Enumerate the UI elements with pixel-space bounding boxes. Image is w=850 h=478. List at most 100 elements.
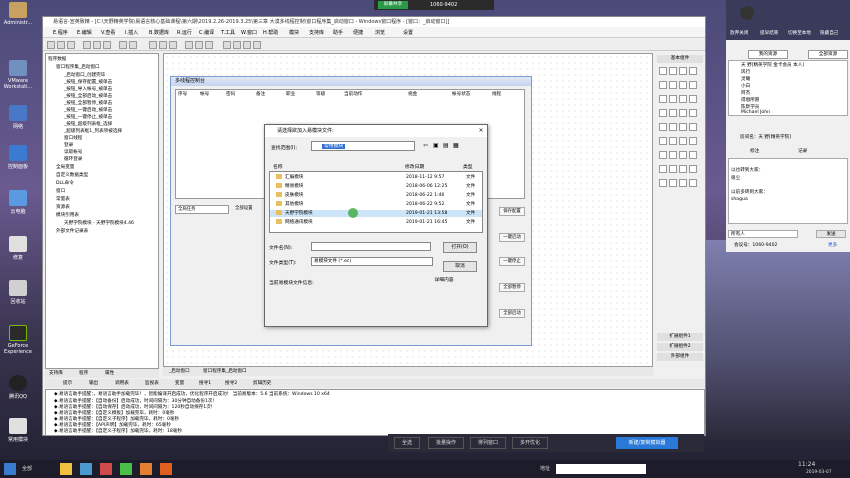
menu-compile[interactable]: C.编译: [199, 29, 214, 36]
copy-icon[interactable]: [93, 41, 101, 49]
calendar-icon[interactable]: [689, 123, 697, 131]
open-icon[interactable]: [57, 41, 65, 49]
filename-input[interactable]: [311, 242, 431, 251]
timer-icon[interactable]: [669, 109, 677, 117]
cancel-button[interactable]: 取消: [443, 261, 477, 272]
switch-local-button[interactable]: 切换至本地: [788, 30, 811, 36]
multi-open-optimize-button[interactable]: 多开优化: [512, 437, 548, 449]
tree-item[interactable]: 模块引用表: [56, 212, 79, 218]
tree-item[interactable]: 天野学院模块 - 天野学院模块4.46: [64, 220, 134, 226]
file-row[interactable]: 皮肤模块 2018-06-22 1:46 文件: [270, 192, 482, 199]
tree-item[interactable]: 资源表: [56, 204, 70, 210]
menu-shortcut[interactable]: 便捷: [353, 29, 363, 36]
stop-all-once-button[interactable]: 一键停止: [499, 257, 525, 266]
desktop-icon-admin[interactable]: Administr...: [0, 2, 36, 26]
file-row-selected[interactable]: 天野学院模块 2019-01-21 13:58 文件: [270, 210, 482, 217]
tab-hint[interactable]: 提示: [63, 380, 72, 386]
detail-button[interactable]: 详细内容: [425, 276, 463, 287]
external-components[interactable]: 外部组件: [657, 353, 703, 361]
start-all-button[interactable]: 全部启动: [499, 309, 525, 318]
menu-database[interactable]: B.数据库: [149, 29, 169, 36]
tree-item[interactable]: 窗口程序集_启动窗口: [56, 64, 100, 70]
tray-icon[interactable]: [659, 151, 667, 159]
pause-all-button[interactable]: 全部暂停: [499, 283, 525, 292]
browser-icon[interactable]: [80, 463, 92, 475]
end-early-button[interactable]: 提早结束: [760, 30, 778, 36]
extension-components-1[interactable]: 扩展组件1: [657, 333, 703, 341]
explorer-icon[interactable]: [60, 463, 72, 475]
new-folder-icon[interactable]: ▤: [443, 142, 449, 149]
back-icon[interactable]: ⇦: [423, 142, 428, 149]
close-icon[interactable]: ×: [477, 127, 485, 135]
serial-icon[interactable]: [679, 137, 687, 145]
member-item[interactable]: 小白: [741, 83, 750, 89]
menu-support-lib[interactable]: 支持库: [309, 29, 324, 36]
image-icon[interactable]: [689, 67, 697, 75]
menu-help[interactable]: H.帮助: [263, 29, 278, 36]
up-folder-icon[interactable]: ▣: [433, 142, 439, 149]
checkbox-icon[interactable]: [669, 81, 677, 89]
align-icon[interactable]: [233, 41, 241, 49]
menu-insert[interactable]: I.插入: [125, 29, 138, 36]
menu-view[interactable]: V.查看: [101, 29, 115, 36]
tree-item[interactable]: _按钮_全部启动_被单击: [64, 93, 112, 99]
save-config-button[interactable]: 保存配置: [499, 207, 525, 216]
desktop-icon-control-panel[interactable]: 控制面板: [0, 145, 36, 170]
tree-item[interactable]: 常量表: [56, 196, 70, 202]
file-row[interactable]: 其他模块 2018-06-22 9:52 文件: [270, 201, 482, 208]
tab-properties[interactable]: 属性: [105, 370, 114, 376]
tree-item[interactable]: _超级列表框1_列表项被选择: [64, 128, 122, 134]
run-icon[interactable]: [185, 41, 193, 49]
drag-icon[interactable]: [679, 151, 687, 159]
tree-item[interactable]: _按钮_超级列表框_选择: [64, 121, 112, 127]
tree-item[interactable]: 全局变量: [56, 164, 74, 170]
radio-icon[interactable]: [679, 81, 687, 89]
desktop-icon-cloud[interactable]: 云电脑: [0, 190, 36, 215]
member-item[interactable]: 天 野[精英学院 金卡会员 本人]: [741, 62, 804, 68]
chart-icon[interactable]: [679, 123, 687, 131]
hide-self-button[interactable]: 隐藏自己: [820, 30, 838, 36]
basic-components-header[interactable]: 基本组件: [657, 55, 703, 63]
app-icon[interactable]: [120, 463, 132, 475]
tab-all-resources[interactable]: 全部资源: [808, 50, 848, 59]
member-item[interactable]: 灵曦: [741, 76, 750, 82]
align-icon[interactable]: [253, 41, 261, 49]
select-all-button[interactable]: 全选: [394, 437, 420, 449]
tab-search1[interactable]: 搜寻1: [199, 380, 211, 386]
file-row[interactable]: 汇编模块 2018-11-12 9:57 文件: [270, 174, 482, 181]
new-copy-emulator-button[interactable]: 新建/复制模拟器: [616, 437, 678, 449]
file-list[interactable]: 汇编模块 2018-11-12 9:57 文件 精易模块 2018-06-06 12:…: [269, 171, 483, 233]
menu-program[interactable]: E.程序: [53, 29, 68, 36]
group-icon[interactable]: [659, 165, 667, 173]
desktop-icon-qq[interactable]: 腾讯QQ: [0, 375, 36, 400]
button-icon[interactable]: [659, 81, 667, 89]
tab-variables[interactable]: 变量: [175, 380, 184, 386]
start-all-once-button[interactable]: 一键启动: [499, 233, 525, 242]
align-icon[interactable]: [243, 41, 251, 49]
app-icon[interactable]: [160, 463, 172, 475]
slider-icon[interactable]: [689, 95, 697, 103]
header-type[interactable]: 类型: [463, 163, 473, 170]
tree-item[interactable]: _按钮_导入帐号_被单击: [64, 86, 112, 92]
menu-settings[interactable]: 设置: [403, 29, 413, 36]
start-label[interactable]: 全部: [22, 465, 32, 472]
frame-icon[interactable]: [669, 165, 677, 173]
tree-item[interactable]: 外部文件记录表: [56, 228, 88, 234]
progress-icon[interactable]: [679, 95, 687, 103]
desktop-icon-recycle[interactable]: 回收站: [0, 280, 36, 305]
menu-window[interactable]: W.窗口: [241, 29, 257, 36]
filetype-select[interactable]: 易模块文件 (*.ec): [311, 257, 433, 266]
member-item[interactable]: Michael John: [741, 110, 770, 115]
text-icon[interactable]: [679, 67, 687, 75]
undo-icon[interactable]: [119, 41, 127, 49]
hotkey-icon[interactable]: [669, 151, 677, 159]
database-icon[interactable]: [689, 137, 697, 145]
record-label[interactable]: 记录: [798, 148, 807, 154]
send-target-select[interactable]: 所有人: [728, 230, 798, 238]
share-button[interactable]: 屏幕共享: [378, 1, 408, 9]
tree-item[interactable]: _按钮_全部暂停_被单击: [64, 100, 112, 106]
extension-components-2[interactable]: 扩展组件2: [657, 343, 703, 351]
menu-browse[interactable]: 浏览: [375, 29, 385, 36]
mark-label[interactable]: 标注: [750, 148, 759, 154]
more-link[interactable]: 更多: [828, 242, 837, 248]
